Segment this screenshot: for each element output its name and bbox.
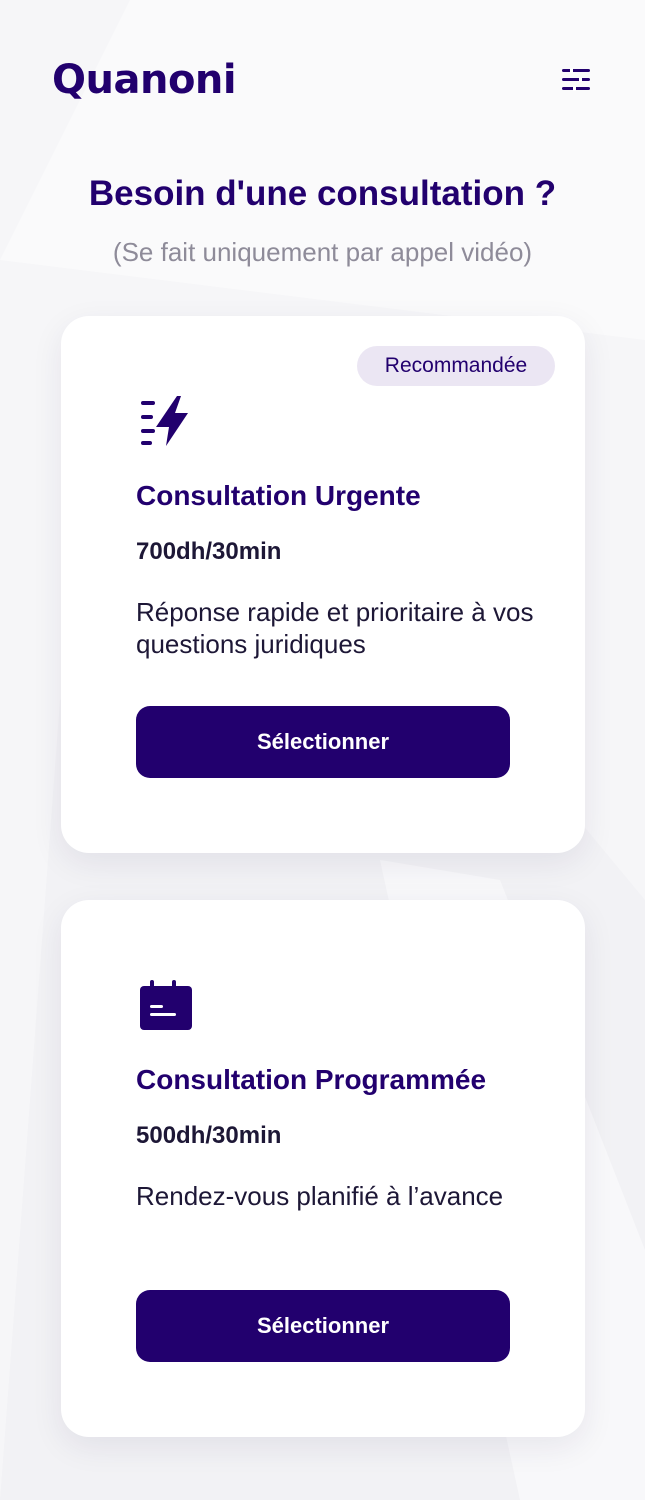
card-title: Consultation Urgente (136, 480, 421, 511)
card-price: 700dh/30min (136, 538, 282, 565)
page-subtitle: (Se fait uniquement par appel vidéo) (112, 237, 533, 267)
card-price: 500dh/30min (136, 1122, 282, 1149)
card-description: Réponse rapide et prioritaire à vos ques… (136, 597, 534, 659)
hero-section: Besoin d'une consultation ? (Se fait uni… (0, 168, 645, 270)
calendar-icon (140, 980, 192, 1030)
lightning-icon (141, 396, 188, 446)
urgent-consultation-card: Recommandée Consultation Urgente 700dh/3… (61, 316, 585, 853)
brand-logo[interactable]: Quanoni (52, 56, 237, 104)
recommended-badge: Recommandée (357, 346, 555, 386)
page-title: Besoin d'une consultation ? (88, 174, 557, 213)
card-description: Rendez-vous planifié à l’avance (136, 1181, 504, 1211)
menu-icon[interactable] (561, 66, 591, 94)
select-scheduled-button[interactable]: Sélectionner (136, 1290, 510, 1362)
card-title: Consultation Programmée (136, 1064, 487, 1095)
select-urgent-button[interactable]: Sélectionner (136, 706, 510, 778)
scheduled-consultation-card: Consultation Programmée 500dh/30min Rend… (61, 900, 585, 1437)
top-bar: Quanoni (52, 56, 593, 104)
